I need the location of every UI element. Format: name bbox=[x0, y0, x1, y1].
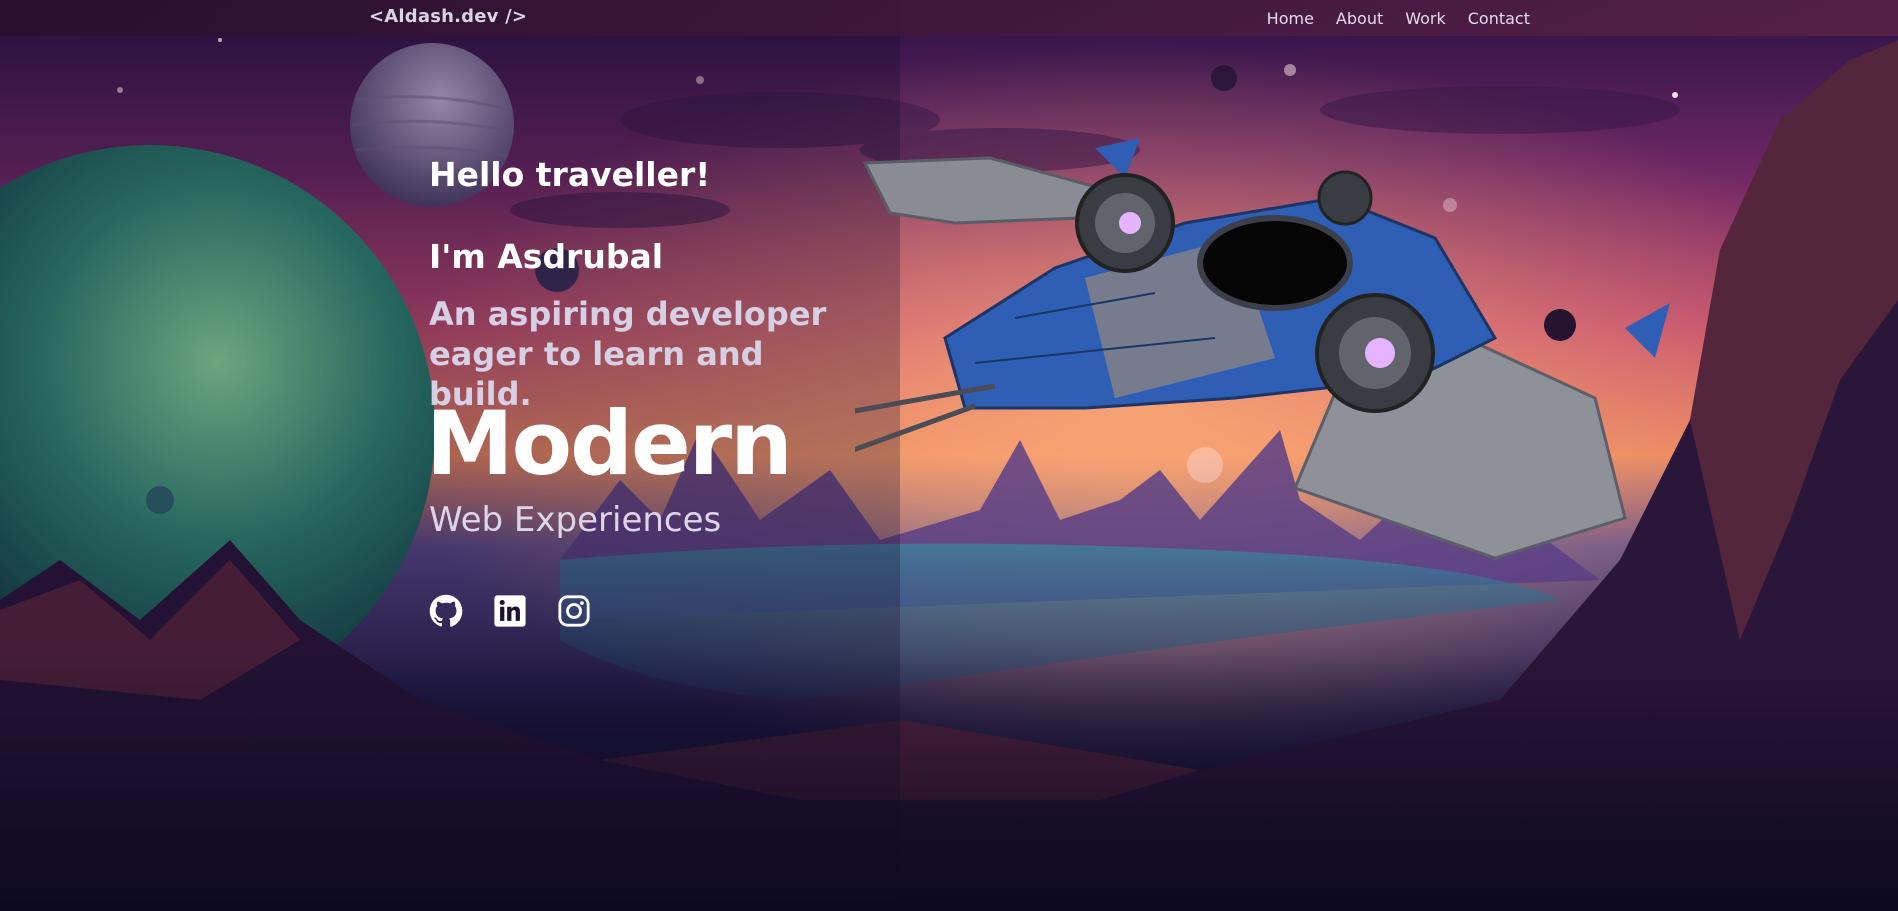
linkedin-link[interactable] bbox=[493, 594, 527, 628]
hero-subheadline: Web Experiences bbox=[429, 500, 722, 540]
hero-intro: I'm Asdrubal bbox=[429, 237, 664, 276]
hero-headline: Modern bbox=[426, 392, 793, 495]
instagram-link[interactable] bbox=[557, 594, 591, 628]
top-navbar: <Aldash.dev /> Home About Work Contact bbox=[0, 0, 1898, 36]
nav-link-contact[interactable]: Contact bbox=[1468, 9, 1530, 28]
nav-link-work[interactable]: Work bbox=[1405, 9, 1446, 28]
social-links bbox=[429, 594, 591, 628]
github-link[interactable] bbox=[429, 594, 463, 628]
nav-link-home[interactable]: Home bbox=[1267, 9, 1314, 28]
hero-tagline-line-1: An aspiring developer bbox=[429, 295, 827, 333]
spaceship-illustration bbox=[855, 138, 1670, 560]
hero-greeting: Hello traveller! bbox=[429, 155, 711, 194]
instagram-icon bbox=[558, 595, 590, 627]
nav-links: Home About Work Contact bbox=[1267, 0, 1530, 36]
linkedin-icon bbox=[494, 595, 526, 627]
github-icon bbox=[429, 594, 463, 627]
site-logo[interactable]: <Aldash.dev /> bbox=[369, 6, 527, 27]
nav-link-about[interactable]: About bbox=[1336, 9, 1383, 28]
